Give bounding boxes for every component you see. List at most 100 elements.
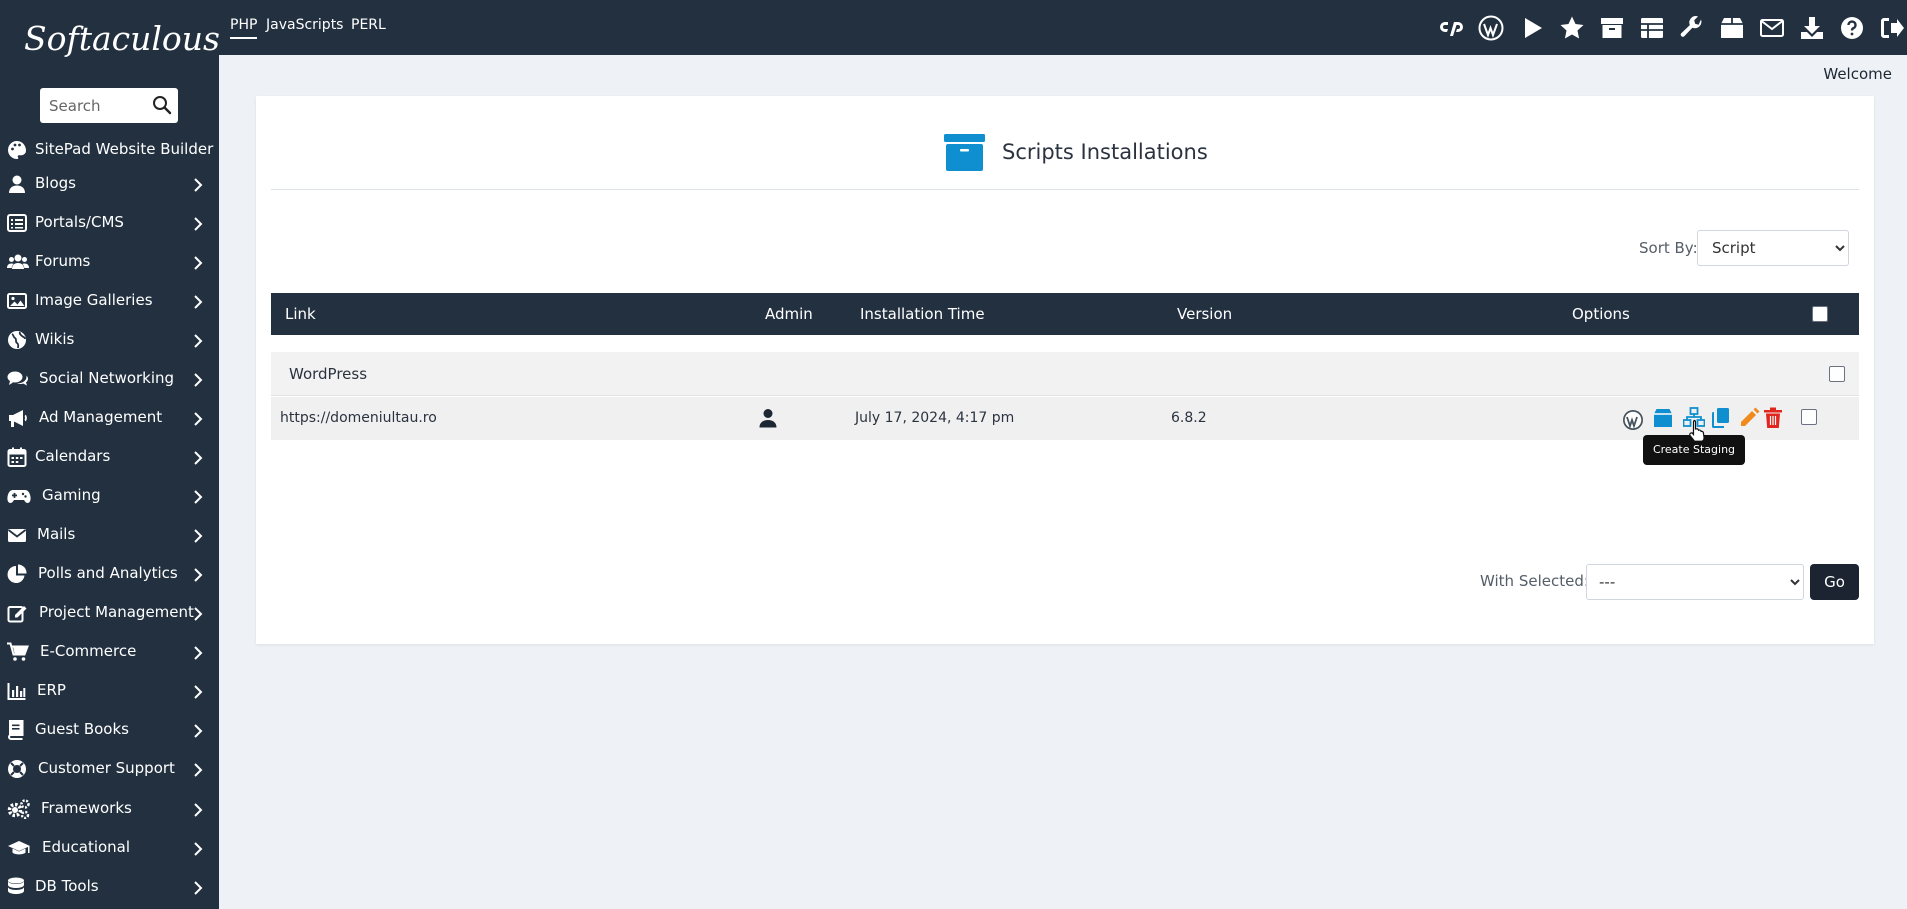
select-all-checkbox[interactable] xyxy=(1812,306,1828,322)
envelope-icon[interactable] xyxy=(1759,15,1785,41)
cart-icon xyxy=(7,642,29,662)
tab-php[interactable]: PHP xyxy=(230,17,258,39)
sidebar-item-label: Social Networking xyxy=(39,369,175,387)
sidebar-item-label: Image Galleries xyxy=(35,291,153,309)
group-checkbox[interactable] xyxy=(1829,366,1845,382)
with-selected-select[interactable]: --- xyxy=(1586,564,1804,600)
row-checkbox[interactable] xyxy=(1801,409,1817,425)
wordpress-icon[interactable] xyxy=(1622,409,1644,431)
database-icon xyxy=(7,877,27,897)
chevron-right-icon xyxy=(193,567,203,586)
sidebar-item-label: Mails xyxy=(37,525,76,543)
sidebar-item-portals-cms[interactable]: Portals/CMS xyxy=(0,203,219,242)
search-box xyxy=(40,88,178,123)
star-icon[interactable] xyxy=(1559,15,1585,41)
go-button[interactable]: Go xyxy=(1810,564,1859,600)
sidebar-item-calendars[interactable]: Calendars xyxy=(0,437,219,476)
sidebar-item-label: Project Management xyxy=(39,603,194,621)
megaphone-icon xyxy=(7,408,27,428)
table-icon[interactable] xyxy=(1639,15,1665,41)
search-icon[interactable] xyxy=(152,95,172,119)
sidebar-item-blogs[interactable]: Blogs xyxy=(0,164,219,203)
sort-by-select[interactable]: Script xyxy=(1697,230,1849,266)
sidebar-item-label: Frameworks xyxy=(41,799,132,817)
sidebar-item-label: Ad Management xyxy=(39,408,163,426)
column-admin: Admin xyxy=(765,305,813,323)
sidebar-item-label: Polls and Analytics xyxy=(38,564,178,582)
help-icon[interactable] xyxy=(1839,15,1865,41)
chevron-right-icon xyxy=(193,684,203,703)
sidebar-item-label: Blogs xyxy=(35,174,76,192)
installation-link[interactable]: https://domeniultau.ro xyxy=(280,410,437,426)
play-icon[interactable] xyxy=(1519,15,1545,41)
column-installation-time: Installation Time xyxy=(860,305,985,323)
softaculous-logo[interactable]: Softaculous xyxy=(24,14,219,64)
column-options: Options xyxy=(1572,305,1630,323)
sidebar-item-e-commerce[interactable]: E-Commerce xyxy=(0,632,219,671)
search-input[interactable] xyxy=(40,88,150,123)
tab-javascripts[interactable]: JavaScripts xyxy=(266,17,343,33)
gamepad-icon xyxy=(7,486,31,506)
chevron-right-icon xyxy=(193,294,203,313)
sidebar-item-label: Educational xyxy=(42,838,131,856)
sidebar-item-wikis[interactable]: Wikis xyxy=(0,320,219,359)
table-header: Link Admin Installation Time Version Opt… xyxy=(271,293,1859,335)
sidebar-item-social-networking[interactable]: Social Networking xyxy=(0,359,219,398)
sidebar-item-db-tools[interactable]: DB Tools xyxy=(0,867,219,906)
palette-icon xyxy=(7,140,27,160)
edit-icon[interactable] xyxy=(1738,407,1760,429)
sidebar-item-educational[interactable]: Educational xyxy=(0,828,219,867)
sidebar-item-frameworks[interactable]: Frameworks xyxy=(0,789,219,828)
scripts-installations-panel: Scripts Installations Sort By: Script Li… xyxy=(256,96,1874,644)
globe-icon xyxy=(7,330,27,350)
page-title: Scripts Installations xyxy=(1002,140,1208,164)
chevron-right-icon xyxy=(193,841,203,860)
archive-icon[interactable] xyxy=(1599,15,1625,41)
sidebar-item-label: Portals/CMS xyxy=(35,213,124,231)
sidebar-item-image-galleries[interactable]: Image Galleries xyxy=(0,281,219,320)
sidebar-item-label: ERP xyxy=(37,681,66,699)
installation-version: 6.8.2 xyxy=(1171,410,1207,426)
sidebar-item-gaming[interactable]: Gaming xyxy=(0,476,219,515)
sidebar-item-label: Wikis xyxy=(35,330,75,348)
sidebar-item-erp[interactable]: ERP xyxy=(0,671,219,710)
pie-chart-icon xyxy=(7,564,27,584)
cpanel-icon[interactable] xyxy=(1439,15,1465,41)
envelope-icon xyxy=(7,525,27,545)
tab-perl[interactable]: PERL xyxy=(351,17,386,33)
users-icon xyxy=(7,252,29,272)
box-icon[interactable] xyxy=(1719,15,1745,41)
with-selected-label: With Selected: xyxy=(1480,572,1589,590)
sort-by-label: Sort By: xyxy=(1639,239,1698,257)
sidebar-item-label: E-Commerce xyxy=(40,642,137,660)
top-bar: PHP JavaScripts PERL xyxy=(219,0,1907,55)
sidebar-item-polls-analytics[interactable]: Polls and Analytics xyxy=(0,554,219,593)
chevron-right-icon xyxy=(193,255,203,274)
sidebar-item-ad-management[interactable]: Ad Management xyxy=(0,398,219,437)
delete-icon[interactable] xyxy=(1763,407,1785,429)
column-version: Version xyxy=(1177,305,1233,323)
admin-user-icon[interactable] xyxy=(759,408,777,432)
sidebar-item-project-management[interactable]: Project Management xyxy=(0,593,219,632)
chevron-right-icon xyxy=(193,723,203,742)
download-icon[interactable] xyxy=(1799,15,1825,41)
edit-icon xyxy=(7,603,27,623)
sidebar-item-mails[interactable]: Mails xyxy=(0,515,219,554)
sidebar-item-customer-support[interactable]: Customer Support xyxy=(0,749,219,788)
calendar-icon xyxy=(7,447,27,467)
backup-icon[interactable] xyxy=(1652,407,1674,429)
wrench-icon[interactable] xyxy=(1679,15,1705,41)
sidebar-item-label: Gaming xyxy=(42,486,101,504)
wordpress-icon[interactable] xyxy=(1478,15,1504,41)
table-row: https://domeniultau.ro July 17, 2024, 4:… xyxy=(271,397,1859,440)
chevron-right-icon xyxy=(193,177,203,196)
sidebar-item-label: Calendars xyxy=(35,447,111,465)
welcome-text: Welcome xyxy=(1823,65,1892,83)
logout-icon[interactable] xyxy=(1879,15,1905,41)
clone-icon[interactable] xyxy=(1711,407,1733,429)
sidebar-item-forums[interactable]: Forums xyxy=(0,242,219,281)
sidebar-item-guest-books[interactable]: Guest Books xyxy=(0,710,219,749)
chevron-right-icon xyxy=(193,216,203,235)
chevron-right-icon xyxy=(193,528,203,547)
list-icon xyxy=(7,213,27,233)
